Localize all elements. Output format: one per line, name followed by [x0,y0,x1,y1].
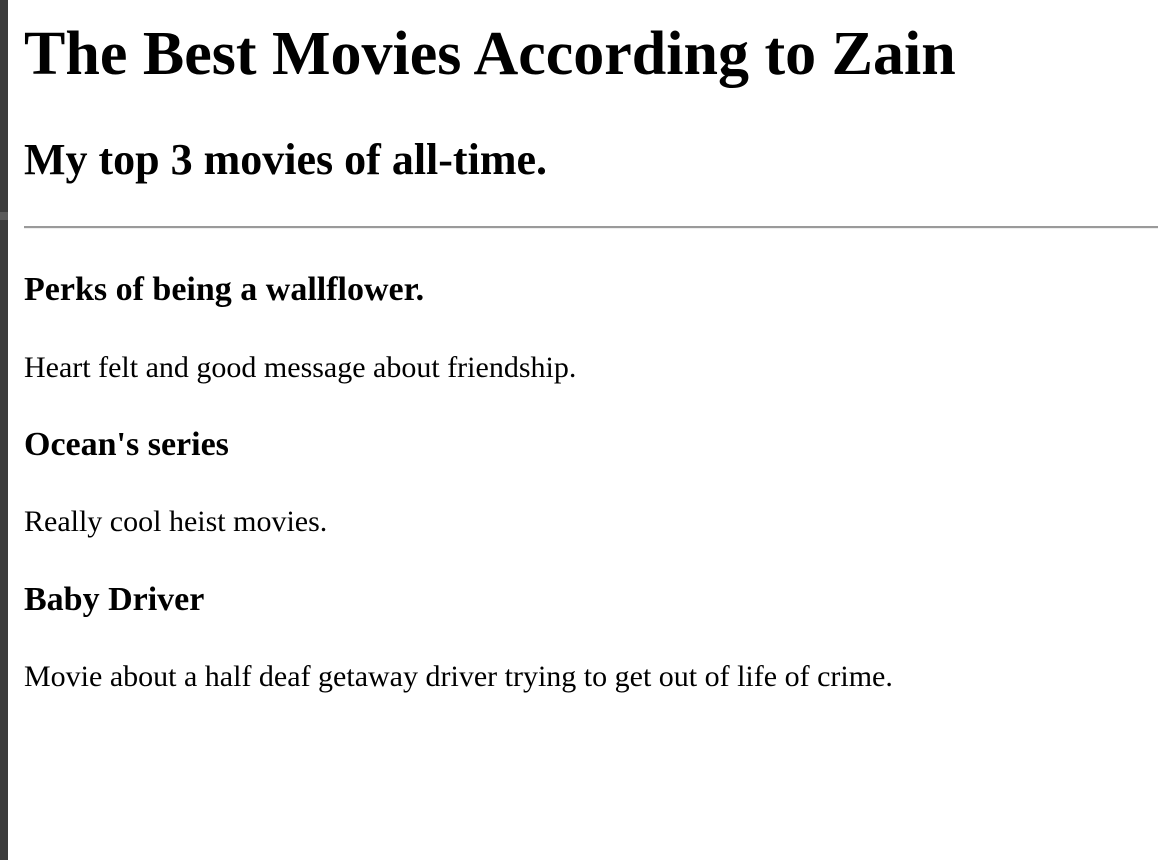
page-title: The Best Movies According to Zain [24,20,956,88]
movie-description: Heart felt and good message about friend… [24,351,577,384]
window-edge-marker [0,212,8,220]
movie-title: Perks of being a wallflower. [24,271,425,308]
movie-title: Baby Driver [24,581,205,618]
movie-description: Movie about a half deaf getaway driver t… [24,660,893,693]
movie-title: Ocean's series [24,426,229,463]
page-subtitle: My top 3 movies of all-time. [24,135,547,184]
movie-description: Really cool heist movies. [24,505,328,538]
window-left-edge [0,0,8,860]
horizontal-divider [24,226,1158,229]
